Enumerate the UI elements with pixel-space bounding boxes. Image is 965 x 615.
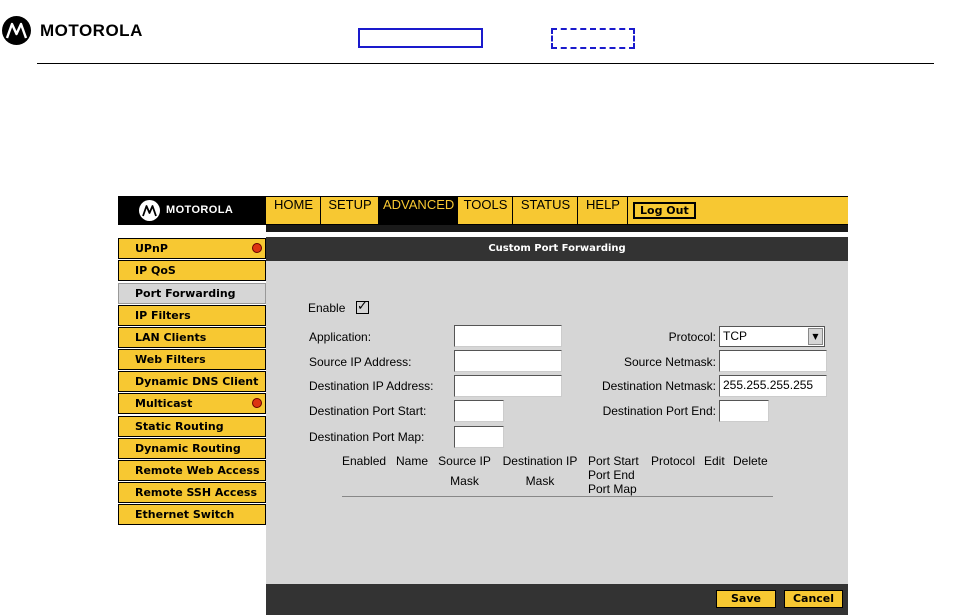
col-header-line: Port Start xyxy=(588,454,639,468)
col-header-name: Name xyxy=(396,454,429,468)
header-link-box-dashed[interactable] xyxy=(551,28,635,49)
nav-setup[interactable]: SETUP xyxy=(322,197,379,224)
source-netmask-label: Source Netmask: xyxy=(623,355,716,369)
sidebar-item-label: UPnP xyxy=(135,242,168,255)
dest-port-start-label: Destination Port Start: xyxy=(309,404,427,418)
source-ip-label: Source IP Address: xyxy=(309,355,412,369)
sidebar-item-label: LAN Clients xyxy=(135,331,207,344)
sidebar-item-label: Multicast xyxy=(135,397,193,410)
sidebar-item-ip-filters[interactable]: IP Filters xyxy=(118,305,266,326)
source-netmask-input[interactable] xyxy=(719,350,827,372)
header-link-box[interactable] xyxy=(358,28,483,48)
ui-brand-name: MOTOROLA xyxy=(166,204,234,216)
ui-motorola-logo-icon xyxy=(139,200,160,221)
protocol-selected-value: TCP xyxy=(723,329,747,343)
table-divider xyxy=(342,496,773,497)
sidebar-item-static-routing[interactable]: Static Routing xyxy=(118,416,266,437)
alert-dot-icon xyxy=(252,398,262,408)
protocol-select[interactable]: TCP ▼ xyxy=(719,326,825,347)
nav-home[interactable]: HOME xyxy=(267,197,321,224)
nav-status[interactable]: STATUS xyxy=(514,197,578,224)
enable-checkbox[interactable]: ✓ xyxy=(356,300,369,314)
protocol-label: Protocol: xyxy=(668,330,716,344)
chevron-down-icon[interactable]: ▼ xyxy=(808,328,823,345)
col-header-port: Port Start Port End Port Map xyxy=(588,454,639,496)
page-title: Custom Port Forwarding xyxy=(266,237,848,261)
sidebar-item-web-filters[interactable]: Web Filters xyxy=(118,349,266,370)
sidebar-item-lan-clients[interactable]: LAN Clients xyxy=(118,327,266,348)
dest-ip-label: Destination IP Address: xyxy=(309,379,434,393)
col-header-enabled: Enabled xyxy=(342,454,387,468)
source-ip-input[interactable] xyxy=(454,350,562,372)
sidebar-item-label: Static Routing xyxy=(135,420,224,433)
col-header-line: Port End xyxy=(588,468,635,482)
motorola-logo-icon xyxy=(2,16,31,45)
brand-name: MOTOROLA xyxy=(40,21,143,40)
dest-port-end-input[interactable] xyxy=(719,400,769,422)
application-label: Application: xyxy=(309,330,372,344)
sidebar-item-dynamic-routing[interactable]: Dynamic Routing xyxy=(118,438,266,459)
sidebar-item-ip-qos[interactable]: IP QoS xyxy=(118,260,266,281)
nav-tools[interactable]: TOOLS xyxy=(459,197,513,224)
cancel-button[interactable]: Cancel xyxy=(784,590,843,608)
col-header-line: Mask xyxy=(525,474,555,488)
sidebar-item-label: Remote Web Access xyxy=(135,464,260,477)
sidebar-item-label: Dynamic Routing xyxy=(135,442,241,455)
content-top-band xyxy=(266,225,848,232)
sidebar-item-remote-ssh-access[interactable]: Remote SSH Access xyxy=(118,482,266,503)
dest-netmask-label: Destination Netmask: xyxy=(601,379,716,393)
enable-label: Enable xyxy=(308,301,346,315)
col-header-dest-ip-mask: Destination IP Mask xyxy=(497,454,583,488)
sidebar-item-label: Port Forwarding xyxy=(135,287,236,300)
sidebar-item-label: IP QoS xyxy=(135,264,176,277)
dest-port-map-input[interactable] xyxy=(454,426,504,448)
col-header-line: Destination IP xyxy=(502,454,578,468)
dest-port-map-label: Destination Port Map: xyxy=(309,430,425,444)
alert-dot-icon xyxy=(252,243,262,253)
application-input[interactable] xyxy=(454,325,562,347)
sidebar-item-dynamic-dns[interactable]: Dynamic DNS Client xyxy=(118,371,266,392)
col-header-line: Source IP xyxy=(438,454,491,468)
sidebar-item-ethernet-switch[interactable]: Ethernet Switch xyxy=(118,504,266,525)
sidebar-item-remote-web-access[interactable]: Remote Web Access xyxy=(118,460,266,481)
dest-port-end-label: Destination Port End: xyxy=(602,404,716,418)
col-header-line: Mask xyxy=(450,474,479,488)
header-divider xyxy=(37,63,934,64)
sidebar-item-label: Dynamic DNS Client xyxy=(135,375,259,388)
dest-ip-input[interactable] xyxy=(454,375,562,397)
nav-advanced[interactable]: ADVANCED xyxy=(379,197,458,224)
logout-button[interactable]: Log Out xyxy=(633,202,696,219)
nav-help[interactable]: HELP xyxy=(579,197,628,224)
sidebar-item-port-forwarding[interactable]: Port Forwarding xyxy=(118,283,266,304)
dest-port-start-input[interactable] xyxy=(454,400,504,422)
col-header-edit: Edit xyxy=(704,454,725,468)
sidebar-item-label: Web Filters xyxy=(135,353,206,366)
dest-netmask-input[interactable]: 255.255.255.255 xyxy=(719,375,827,397)
sidebar-item-upnp[interactable]: UPnP xyxy=(118,238,266,259)
sidebar-item-multicast[interactable]: Multicast xyxy=(118,393,266,414)
col-header-source-ip-mask: Source IP Mask xyxy=(436,454,493,488)
save-button[interactable]: Save xyxy=(716,590,776,608)
sidebar-item-label: Ethernet Switch xyxy=(135,508,235,521)
col-header-line: Port Map xyxy=(588,482,637,496)
col-header-protocol: Protocol xyxy=(651,454,696,468)
col-header-delete: Delete xyxy=(733,454,768,468)
sidebar-item-label: Remote SSH Access xyxy=(135,486,257,499)
sidebar-item-label: IP Filters xyxy=(135,309,191,322)
